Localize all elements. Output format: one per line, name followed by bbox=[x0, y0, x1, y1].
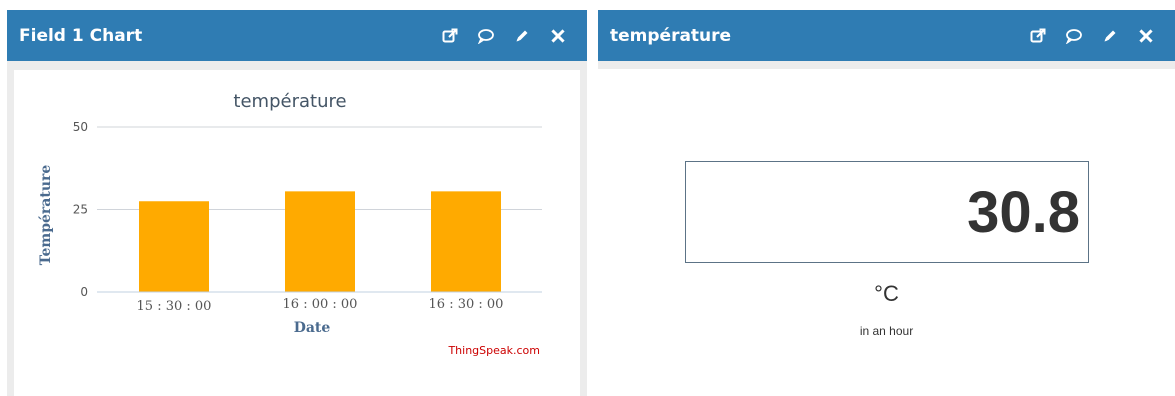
bar[interactable] bbox=[431, 191, 501, 292]
chart-widget-title: Field 1 Chart bbox=[19, 25, 143, 46]
y-axis-label: Température bbox=[38, 165, 54, 266]
comment-icon[interactable] bbox=[475, 25, 497, 47]
bars bbox=[139, 191, 501, 292]
gauge-widget-title: température bbox=[610, 25, 732, 46]
x-tick-label: 16 : 30 : 00 bbox=[429, 297, 504, 312]
gauge-widget: température 30.8 °C in an hour bbox=[598, 10, 1175, 396]
chart-widget: Field 1 Chart température 0 25 50 15: 3… bbox=[7, 10, 587, 396]
numeric-display-value: 30.8 bbox=[967, 179, 1080, 245]
comment-icon[interactable] bbox=[1063, 25, 1085, 47]
x-tick-labels: 15 : 30 : 00 16 : 00 : 00 16 : 30 : 00 bbox=[137, 297, 504, 314]
pencil-icon[interactable] bbox=[1099, 25, 1121, 47]
y-tick-labels: 0 25 50 bbox=[73, 120, 88, 299]
close-icon[interactable] bbox=[1135, 25, 1157, 47]
y-tick-label: 0 bbox=[80, 285, 88, 299]
external-link-icon[interactable] bbox=[439, 25, 461, 47]
chart-widget-tools bbox=[425, 25, 569, 47]
chart-area: température 0 25 50 15 : 30 : 00 16 : 00 : … bbox=[14, 70, 580, 396]
numeric-display-unit: °C bbox=[874, 281, 899, 306]
numeric-display-area: 30.8 °C in an hour bbox=[598, 69, 1175, 396]
numeric-display-box: 30.8 bbox=[685, 161, 1089, 263]
pencil-icon[interactable] bbox=[511, 25, 533, 47]
y-tick-label: 25 bbox=[73, 203, 88, 217]
y-tick-label: 50 bbox=[73, 120, 88, 134]
gauge-widget-header: température bbox=[598, 10, 1175, 61]
close-icon[interactable] bbox=[547, 25, 569, 47]
x-tick-label: 15 : 30 : 00 bbox=[137, 299, 212, 314]
bar-chart: température 0 25 50 15 : 30 : 00 16 : 00 : … bbox=[38, 91, 542, 357]
gauge-widget-tools bbox=[1013, 25, 1157, 47]
chart-widget-header: Field 1 Chart bbox=[7, 10, 587, 61]
external-link-icon[interactable] bbox=[1027, 25, 1049, 47]
x-tick-label: 16 : 00 : 00 bbox=[283, 297, 358, 312]
bar[interactable] bbox=[285, 191, 355, 292]
chart-title: température bbox=[233, 91, 346, 112]
x-axis-label: Date bbox=[294, 320, 331, 336]
numeric-display-note: in an hour bbox=[859, 324, 914, 338]
bar[interactable] bbox=[139, 201, 209, 292]
credit-link[interactable]: ThingSpeak.com bbox=[447, 344, 540, 357]
